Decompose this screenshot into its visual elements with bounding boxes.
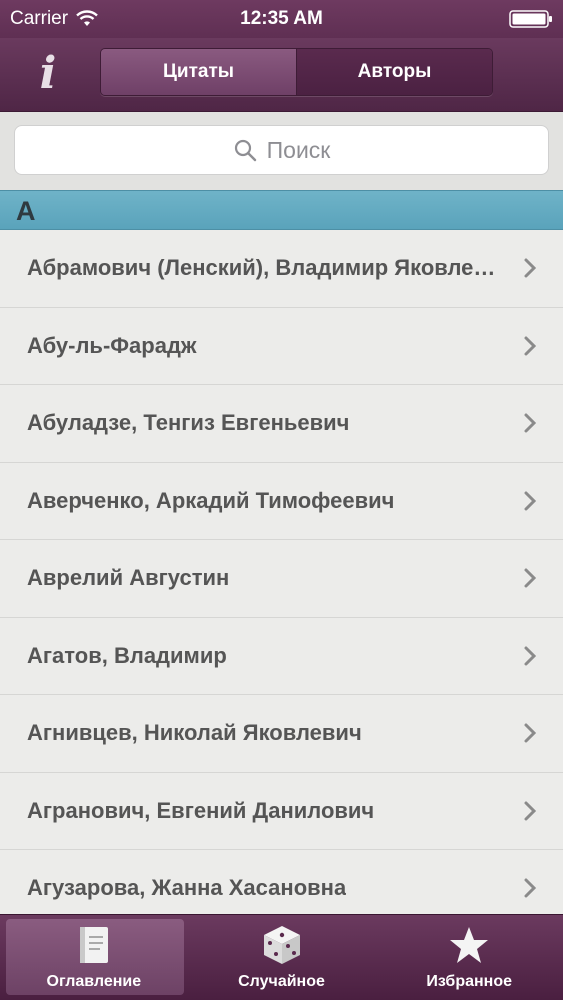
tab-contents[interactable]: Оглавление xyxy=(0,915,188,1000)
tab-label: Случайное xyxy=(238,973,325,990)
chevron-right-icon xyxy=(524,336,537,356)
segment-quotes[interactable]: Цитаты xyxy=(101,49,297,95)
search-placeholder: Поиск xyxy=(266,136,331,163)
author-name: Аверченко, Аркадий Тимофеевич xyxy=(27,487,395,513)
list-item[interactable]: Агузарова, Жанна Хасановна xyxy=(0,850,563,914)
search-input[interactable]: Поиск xyxy=(14,125,549,175)
list-item[interactable]: Аврелий Августин xyxy=(0,540,563,618)
status-bar: Carrier 12:35 AM xyxy=(0,0,563,38)
author-name: Абуладзе, Тенгиз Евгеньевич xyxy=(27,410,350,436)
segment-authors[interactable]: Авторы xyxy=(297,49,492,95)
star-icon xyxy=(450,927,489,963)
chevron-right-icon xyxy=(524,413,537,433)
section-header: А xyxy=(0,190,563,230)
tab-random[interactable]: Случайное xyxy=(188,915,376,1000)
search-icon xyxy=(234,139,256,162)
chevron-right-icon xyxy=(524,801,537,821)
battery-icon xyxy=(509,10,552,28)
author-name: Агатов, Владимир xyxy=(27,642,227,668)
author-name: Агранович, Евгений Данилович xyxy=(27,797,375,823)
tab-favorites[interactable]: Избранное xyxy=(375,915,563,1000)
list-item[interactable]: Абуладзе, Тенгиз Евгеньевич xyxy=(0,385,563,463)
chevron-right-icon xyxy=(524,568,537,588)
author-name: Агнивцев, Николай Яковлевич xyxy=(27,720,362,746)
info-button[interactable]: i xyxy=(30,50,66,98)
tab-label: Оглавление xyxy=(46,973,142,990)
chevron-right-icon xyxy=(524,646,537,666)
search-area: Поиск xyxy=(0,112,563,190)
book-icon xyxy=(79,927,108,963)
list-item[interactable]: Агатов, Владимир xyxy=(0,618,563,695)
chevron-right-icon xyxy=(524,258,537,278)
chevron-right-icon xyxy=(524,878,537,898)
segmented-control: Цитаты Авторы xyxy=(100,48,493,96)
chevron-right-icon xyxy=(524,491,537,511)
author-name: Агузарова, Жанна Хасановна xyxy=(27,875,347,901)
tab-bar: Оглавление Случайное Избранное xyxy=(0,914,563,1000)
list-item[interactable]: Абрамович (Ленский), Владимир Яковлевич xyxy=(0,230,563,308)
list-item[interactable]: Абу-ль-Фарадж xyxy=(0,308,563,385)
list-item[interactable]: Агранович, Евгений Данилович xyxy=(0,773,563,850)
tab-label: Избранное xyxy=(426,973,512,990)
list-item[interactable]: Агнивцев, Николай Яковлевич xyxy=(0,695,563,773)
nav-bar: i Цитаты Авторы xyxy=(0,38,563,112)
dice-icon xyxy=(263,926,300,964)
author-list[interactable]: Абрамович (Ленский), Владимир Яковлевич А… xyxy=(0,230,563,914)
author-name: Абрамович (Ленский), Владимир Яковлевич xyxy=(27,255,497,281)
author-name: Абу-ль-Фарадж xyxy=(27,332,197,358)
status-time: 12:35 AM xyxy=(240,8,323,29)
list-item[interactable]: Аверченко, Аркадий Тимофеевич xyxy=(0,463,563,540)
chevron-right-icon xyxy=(524,723,537,743)
author-name: Аврелий Августин xyxy=(27,565,230,591)
